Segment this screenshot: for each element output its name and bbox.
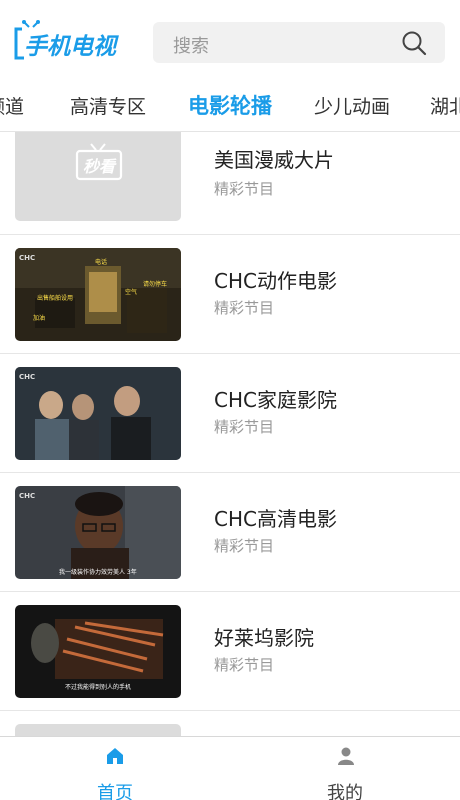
category-tabs: 频道 高清专区 电影轮播 少儿动画 湖北 [0, 84, 460, 132]
thumbnail-family-theater: CHC [15, 367, 181, 460]
svg-text:加油: 加油 [33, 314, 45, 322]
thumbnail-placeholder [15, 724, 181, 736]
item-title: CHC动作电影 [214, 269, 337, 293]
thumbnail-hollywood-theater: 不过我能得到别人的手机 [15, 605, 181, 698]
placeholder-text: 秒看 [83, 157, 117, 176]
nav-mine-label: 我的 [327, 783, 363, 800]
svg-text:CHC: CHC [19, 254, 35, 262]
search-input[interactable]: 搜索 [153, 22, 445, 63]
item-title: 美国漫威大片 [214, 148, 334, 172]
tv-icon: 秒看 [75, 143, 123, 181]
item-subtitle: 精彩节目 [214, 537, 275, 555]
nav-home[interactable]: 首页 [0, 737, 230, 800]
thumbnail-action-movie: CHC 电话 出售船舶设用 空气 请勿停车 加油 [15, 248, 181, 341]
bottom-nav: 首页 我的 [0, 736, 460, 800]
item-title: CHC家庭影院 [214, 388, 337, 412]
list-item[interactable] [0, 711, 460, 736]
svg-text:电话: 电话 [95, 258, 107, 266]
logo: 手机电视 [14, 20, 119, 60]
home-icon [107, 748, 123, 764]
nav-mine[interactable]: 我的 [230, 737, 460, 800]
logo-text: 手机电视 [24, 34, 119, 60]
user-icon [338, 747, 354, 765]
svg-text:CHC: CHC [19, 492, 35, 500]
item-subtitle: 精彩节目 [214, 180, 275, 198]
item-subtitle: 精彩节目 [214, 656, 275, 674]
item-subtitle: 精彩节目 [214, 299, 275, 317]
nav-home-label: 首页 [97, 783, 133, 800]
list-item[interactable]: 秒看 美国漫威大片 精彩节目 [0, 132, 460, 235]
svg-text:CHC: CHC [19, 373, 35, 381]
header: 手机电视 搜索 [0, 0, 460, 84]
tab-movie-rotation[interactable]: 电影轮播 [188, 90, 272, 120]
item-title: 好莱坞影院 [214, 626, 314, 650]
search-icon[interactable] [401, 30, 427, 56]
tab-hd-zone[interactable]: 高清专区 [70, 92, 146, 119]
list-item[interactable]: 不过我能得到别人的手机 好莱坞影院 精彩节目 [0, 592, 460, 711]
list-item[interactable]: CHC 电话 出售船舶设用 空气 请勿停车 加油 CHC动作电影 精彩节目 [0, 235, 460, 354]
svg-text:不过我能得到别人的手机: 不过我能得到别人的手机 [65, 683, 131, 691]
channel-list: 秒看 美国漫威大片 精彩节目 CHC 电话 出售船舶设用 空气 请勿停车 加油 [0, 132, 460, 736]
tab-channels[interactable]: 频道 [0, 92, 24, 119]
list-item[interactable]: CHC 我一级装作协力效劳美人 3年 CHC高清电影 精彩节目 [0, 473, 460, 592]
search-placeholder: 搜索 [173, 36, 209, 57]
svg-text:请勿停车: 请勿停车 [143, 280, 167, 288]
thumbnail-hd-movie: CHC 我一级装作协力效劳美人 3年 [15, 486, 181, 579]
tab-kids-animation[interactable]: 少儿动画 [314, 92, 390, 119]
svg-text:出售船舶设用: 出售船舶设用 [37, 294, 73, 302]
list-item[interactable]: CHC CHC家庭影院 精彩节目 [0, 354, 460, 473]
svg-text:空气: 空气 [125, 288, 137, 296]
item-subtitle: 精彩节目 [214, 418, 275, 436]
tab-hubei[interactable]: 湖北 [430, 92, 460, 119]
svg-text:我一级装作协力效劳美人 3年: 我一级装作协力效劳美人 3年 [59, 568, 137, 576]
item-title: CHC高清电影 [214, 507, 337, 531]
thumbnail-placeholder: 秒看 [15, 132, 181, 221]
